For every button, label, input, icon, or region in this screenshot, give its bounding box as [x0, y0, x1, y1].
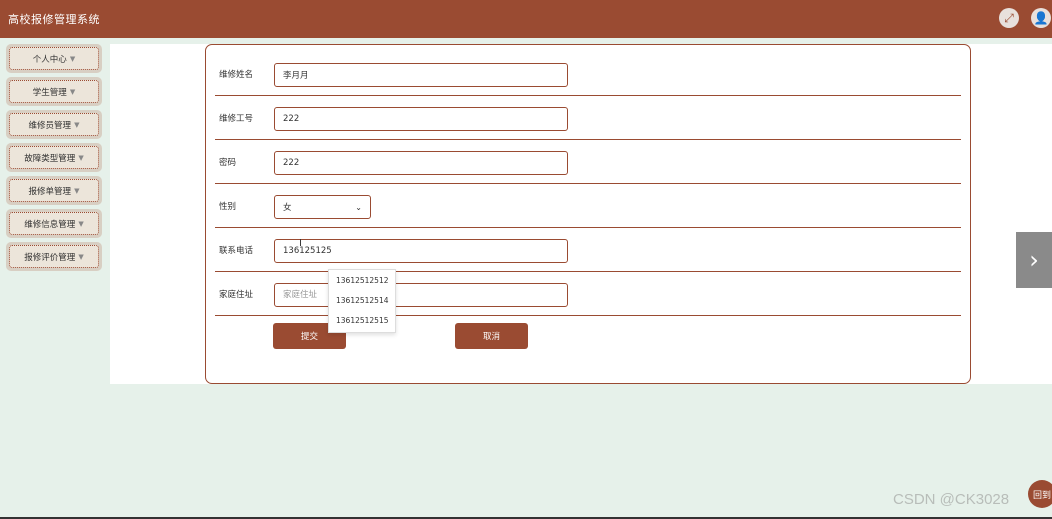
sidebar-item-label: 学生管理: [32, 87, 67, 98]
sidebar-item-label: 报修评价管理: [24, 252, 76, 263]
watermark: CSDN @CK3028: [893, 491, 1010, 508]
gender-selected-value: 女: [283, 203, 292, 213]
user-icon[interactable]: 👤: [1031, 8, 1051, 28]
form-row-name: 维修姓名: [215, 52, 961, 96]
phone-input[interactable]: [274, 239, 568, 263]
caret-down-icon: ▼: [78, 219, 84, 228]
worker-id-label: 维修工号: [219, 113, 254, 124]
form-row-password: 密码: [215, 140, 961, 184]
address-label: 家庭住址: [219, 289, 254, 300]
worker-id-input[interactable]: [274, 107, 568, 131]
caret-down-icon: ▼: [78, 153, 84, 162]
phone-label: 联系电话: [219, 245, 254, 256]
text-cursor-icon: I: [299, 238, 302, 249]
edit-form: 维修姓名 维修工号 密码 性别 女 ⌄ 联系电话 家庭住址 提交 取消: [205, 44, 971, 384]
sidebar-item-label: 维修员管理: [28, 120, 72, 131]
app-title: 高校报修管理系统: [8, 13, 100, 26]
cancel-button[interactable]: 取消: [455, 323, 528, 349]
float-button-label: 回到: [1032, 490, 1051, 501]
sidebar-item-label: 报修单管理: [28, 186, 72, 197]
top-bar: 高校报修管理系统 ⤢ 👤: [0, 0, 1052, 38]
form-row-phone: 联系电话: [215, 228, 961, 272]
sidebar-item-label: 维修信息管理: [24, 219, 76, 230]
autocomplete-option[interactable]: 13612512515: [329, 310, 395, 330]
phone-autocomplete-list: 13612512512 13612512514 13612512515: [328, 269, 396, 333]
caret-down-icon: ▼: [69, 87, 76, 96]
password-label: 密码: [219, 157, 237, 168]
sidebar-item-label: 故障类型管理: [24, 153, 76, 164]
gender-select[interactable]: 女 ⌄: [274, 195, 371, 219]
gender-label: 性别: [219, 201, 237, 212]
name-input[interactable]: [274, 63, 568, 87]
sidebar-item-label: 个人中心: [32, 54, 67, 65]
sidebar-item-repairman-management[interactable]: 维修员管理 ▼: [6, 110, 102, 139]
caret-down-icon: ▼: [78, 252, 84, 261]
sidebar-item-repair-evaluation-management[interactable]: 报修评价管理 ▼: [6, 242, 102, 271]
float-button[interactable]: 回到: [1028, 480, 1052, 508]
sidebar-item-student-management[interactable]: 学生管理 ▼: [6, 77, 102, 106]
sidebar-item-personal-center[interactable]: 个人中心 ▼: [6, 44, 102, 73]
address-input[interactable]: [274, 283, 568, 307]
chevron-right-icon[interactable]: ›: [1016, 232, 1052, 288]
autocomplete-option[interactable]: 13612512514: [329, 290, 395, 310]
sidebar: 个人中心 ▼ 学生管理 ▼ 维修员管理 ▼ 故障类型管理 ▼ 报修单管理 ▼ 维修信息管理…: [6, 44, 104, 275]
sidebar-item-fault-type-management[interactable]: 故障类型管理 ▼: [6, 143, 102, 172]
form-row-gender: 性别 女 ⌄: [215, 184, 961, 228]
fullscreen-icon[interactable]: ⤢: [999, 8, 1019, 28]
chevron-down-icon: ⌄: [355, 202, 362, 212]
caret-down-icon: ▼: [74, 186, 80, 195]
name-label: 维修姓名: [219, 69, 254, 80]
caret-down-icon: ▼: [69, 54, 76, 63]
form-row-address: 家庭住址: [215, 272, 961, 316]
form-row-worker-id: 维修工号: [215, 96, 961, 140]
sidebar-item-repair-order-management[interactable]: 报修单管理 ▼: [6, 176, 102, 205]
password-input[interactable]: [274, 151, 568, 175]
autocomplete-option[interactable]: 13612512512: [329, 270, 395, 290]
caret-down-icon: ▼: [74, 120, 80, 129]
sidebar-item-repair-info-management[interactable]: 维修信息管理 ▼: [6, 209, 102, 238]
